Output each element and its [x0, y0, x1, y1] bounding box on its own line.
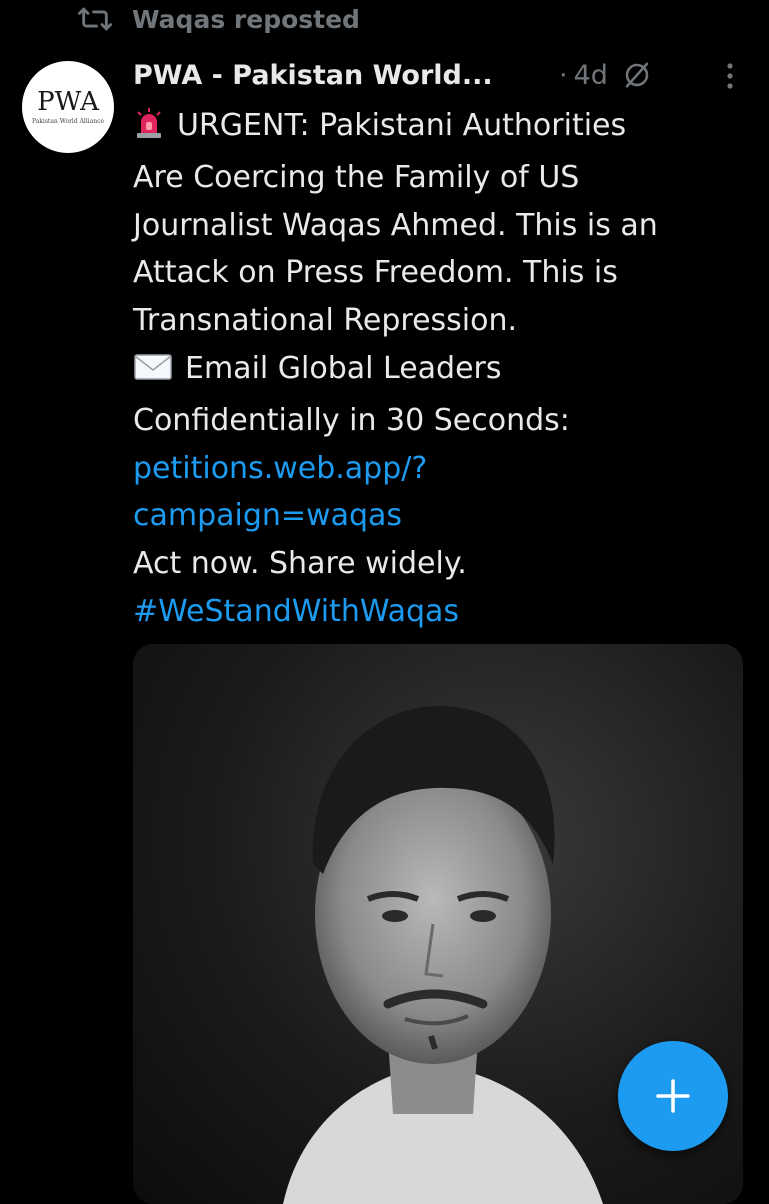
author-name[interactable]: PWA - Pakistan World...: [133, 60, 551, 91]
post-line: Journalist Waqas Ahmed. This is an: [133, 207, 658, 243]
petition-link-continued[interactable]: campaign=waqas: [133, 492, 753, 540]
call-to-action: Act now. Share widely.: [133, 546, 467, 582]
plus-icon: [656, 1079, 690, 1113]
envelope-emoji: [133, 349, 173, 397]
separator-dot: ·: [559, 59, 568, 91]
compose-button[interactable]: [618, 1041, 728, 1151]
post-line: Email Global Leaders: [133, 345, 753, 397]
post-line: Transnational Repression.: [133, 303, 518, 339]
post-line: URGENT: Pakistani Authorities: [133, 102, 753, 154]
post-line: Attack on Press Freedom. This is: [133, 255, 618, 291]
timestamp[interactable]: 4d: [574, 60, 608, 91]
police-light-emoji: [133, 106, 165, 154]
post-header: PWA - Pakistan World... · 4d: [133, 54, 743, 96]
hashtag-link[interactable]: #WeStandWithWaqas: [133, 588, 753, 636]
repost-label: Waqas reposted: [132, 4, 360, 34]
globe-slash-icon: [622, 59, 654, 91]
repost-icon: [78, 2, 112, 36]
repost-indicator[interactable]: Waqas reposted: [78, 2, 360, 36]
avatar[interactable]: PWA Pakistan World Alliance: [22, 61, 114, 153]
post-text: URGENT: Pakistani Authorities Are Coerci…: [133, 102, 753, 636]
avatar-logo: PWA: [37, 87, 99, 117]
post-line: Confidentially in 30 Seconds:: [133, 402, 570, 438]
petition-link[interactable]: petitions.web.app/?: [133, 445, 753, 493]
avatar-subtitle: Pakistan World Alliance: [31, 118, 105, 125]
post-line: Are Coercing the Family of US: [133, 159, 580, 195]
more-vertical-icon[interactable]: [717, 62, 743, 90]
